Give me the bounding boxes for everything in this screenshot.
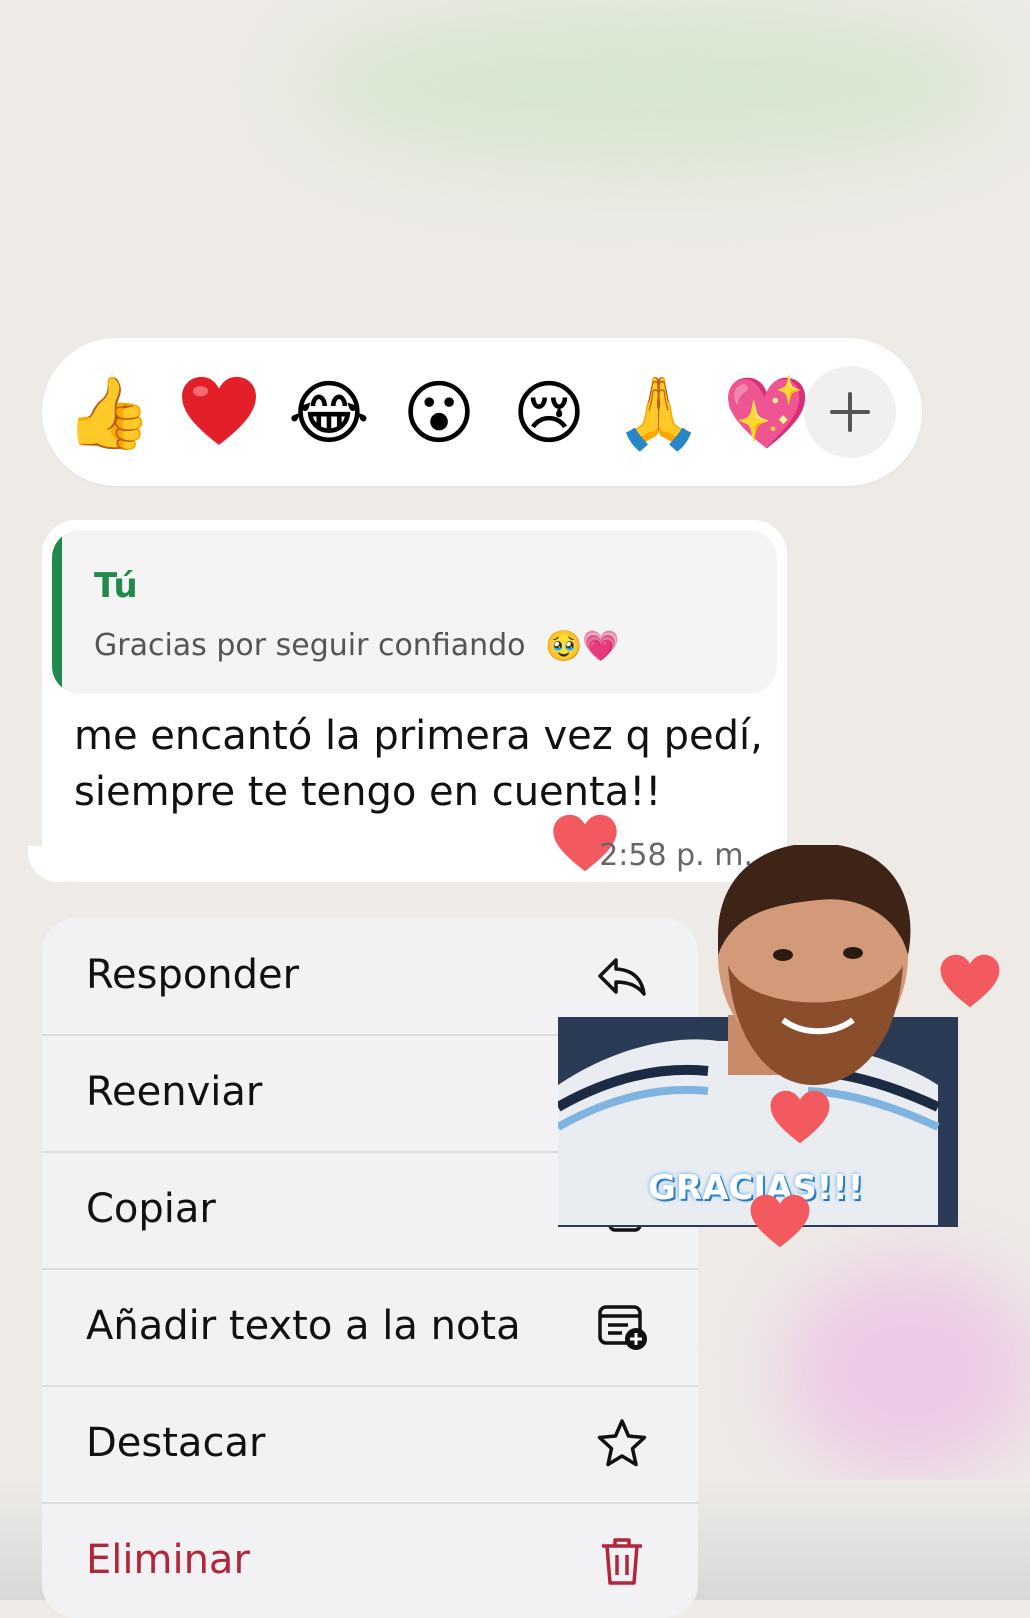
reaction-crying[interactable]: 😢 <box>504 368 594 458</box>
reaction-thumbs-up[interactable]: 👍 <box>64 368 154 458</box>
menu-label: Responder <box>86 952 300 998</box>
menu-item-anadir-nota[interactable]: Añadir texto a la nota <box>42 1269 698 1387</box>
menu-label: Destacar <box>86 1420 266 1466</box>
reaction-tears-of-joy[interactable]: 😂 <box>284 368 374 458</box>
quote-text-line: Gracias por seguir confiando 🥹💗 <box>94 628 620 664</box>
add-to-note-icon <box>598 1305 647 1350</box>
menu-label: Reenviar <box>86 1069 263 1115</box>
crying-emoji: 😢 <box>512 372 586 454</box>
quote-accent-bar <box>52 530 62 694</box>
quote-author: Tú <box>94 566 138 606</box>
sparkling-heart-emoji: 💖 <box>723 372 811 454</box>
reaction-folded-hands[interactable]: 🙏 <box>614 368 704 458</box>
reaction-sparkling-heart[interactable]: 💖 <box>722 368 812 458</box>
message-text: me encantó la primera vez q pedí, siempr… <box>74 713 763 815</box>
menu-label: Eliminar <box>86 1537 250 1583</box>
menu-item-eliminar[interactable]: Eliminar <box>42 1503 698 1618</box>
surprised-emoji: 😮 <box>402 372 476 454</box>
star-icon <box>597 1419 647 1467</box>
add-reaction-button[interactable] <box>804 366 896 458</box>
background-blur-green <box>300 0 1000 170</box>
folded-hands-emoji: 🙏 <box>615 372 703 454</box>
menu-label: Añadir texto a la nota <box>86 1303 521 1349</box>
reaction-red-heart[interactable] <box>174 368 264 458</box>
message-bubble[interactable]: Tú Gracias por seguir confiando 🥹💗 me en… <box>42 520 787 882</box>
trash-icon <box>602 1538 642 1585</box>
quoted-message[interactable]: Tú Gracias por seguir confiando 🥹💗 <box>52 530 777 694</box>
floating-heart-icon <box>770 1090 830 1144</box>
menu-label: Copiar <box>86 1186 216 1232</box>
reaction-bar: 👍 😂 😮 😢 🙏 💖 <box>42 338 922 486</box>
reaction-surprised[interactable]: 😮 <box>394 368 484 458</box>
quote-emojis: 🥹💗 <box>545 629 620 664</box>
floating-heart-icon <box>940 954 1000 1008</box>
menu-item-destacar[interactable]: Destacar <box>42 1386 698 1504</box>
thumbs-up-emoji: 👍 <box>65 372 153 454</box>
quote-text: Gracias por seguir confiando <box>94 628 526 663</box>
plus-icon <box>830 392 870 432</box>
background-blur-pink <box>780 1260 1030 1480</box>
messi-gracias-sticker: GRACIAS!!! <box>558 845 958 1245</box>
tears-of-joy-emoji: 😂 <box>288 372 370 454</box>
red-heart-icon <box>182 376 256 445</box>
floating-heart-icon <box>750 1194 810 1248</box>
